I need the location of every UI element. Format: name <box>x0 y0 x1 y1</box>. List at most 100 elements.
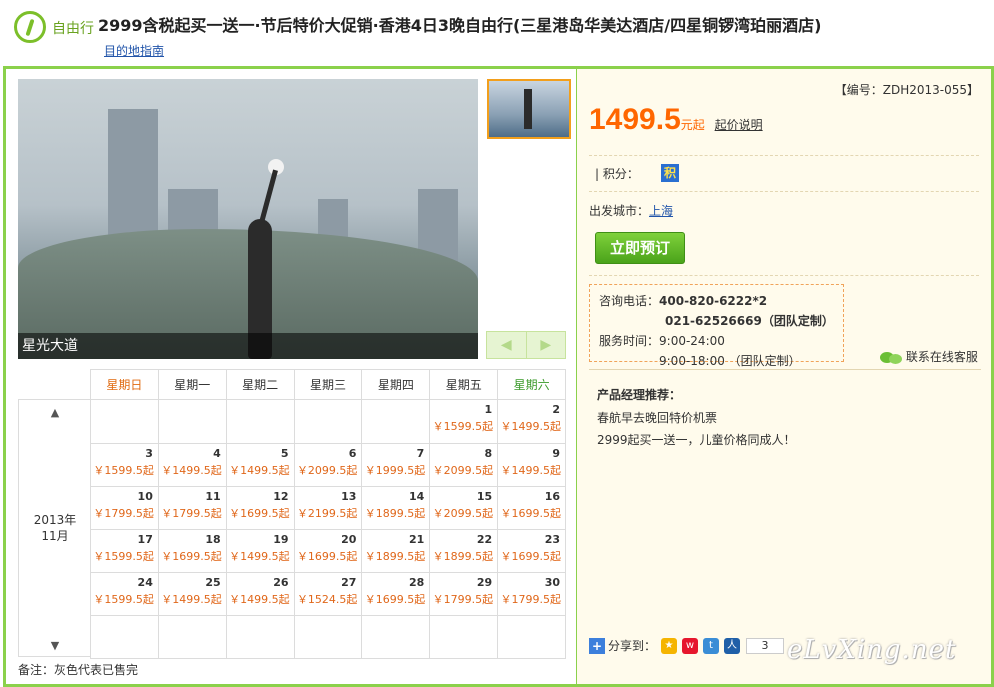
calendar-note: 备注：灰色代表已售完 <box>18 663 139 677</box>
calendar-day-cell[interactable]: 6 ￥2099.5起 <box>293 444 362 486</box>
calendar-day-cell[interactable]: 25 ￥1499.5起 <box>157 573 226 615</box>
product-frame: 星光大道 ◀ ▶ ▲ 2013年 11月 ▼ 星期日 星期一 星期二 星期三 星期四 星期五… <box>3 66 994 687</box>
day-number: 25 <box>205 576 221 589</box>
day-price: ￥1799.5起 <box>93 507 154 520</box>
day-price: ￥1599.5起 <box>93 550 154 563</box>
day-number: 15 <box>476 490 493 503</box>
weekday-header: 星期六 <box>497 370 565 399</box>
calendar-day-cell[interactable]: 27 ￥1524.5起 <box>293 573 362 615</box>
year-month-line: 2013年 <box>33 513 77 527</box>
day-number: 12 <box>273 490 289 503</box>
weekday-header: 星期日 <box>106 378 143 392</box>
calendar-day-cell[interactable]: 5 ￥1499.5起 <box>225 444 294 486</box>
year-month-line: 11月 <box>41 529 69 543</box>
price-unit: 元起 <box>680 118 705 132</box>
share-label: 分享到： <box>608 639 657 653</box>
calendar-day-cell[interactable]: 4 ￥1499.5起 <box>157 444 226 486</box>
day-number: 4 <box>213 447 221 460</box>
calendar-day-cell[interactable]: 13 ￥2199.5起 <box>293 487 362 529</box>
left-panel: 星光大道 ◀ ▶ ▲ 2013年 11月 ▼ 星期日 星期一 星期二 星期三 星期四 星期五… <box>6 69 576 684</box>
calendar-day-cell[interactable]: 3 ￥1599.5起 <box>91 444 158 486</box>
day-price: ￥1499.5起 <box>229 464 290 477</box>
day-price: ￥1699.5起 <box>500 507 562 520</box>
photo-thumbnail[interactable] <box>487 79 571 139</box>
price-calendar: 星期日 星期一 星期二 星期三 星期四 星期五 星期六 1 ￥1599.5起 2 ￥1499.5起… <box>90 369 566 659</box>
recommend-line: 2999起买一送一，儿童价格同成人！ <box>597 433 796 447</box>
share-bar: + 分享到： ★ w t 人 3 <box>589 637 785 654</box>
day-number: 5 <box>280 447 289 460</box>
share-plus-icon[interactable]: + <box>589 637 605 654</box>
day-number: 6 <box>348 447 357 460</box>
weibo-icon[interactable]: w <box>682 637 699 654</box>
day-price: ￥1599.5起 <box>432 420 494 433</box>
day-number: 24 <box>137 576 153 589</box>
calendar-body: 1 ￥1599.5起 2 ￥1499.5起 3 ￥1599.5起 4 ￥1499.5起 5 ￥14… <box>90 399 566 659</box>
calendar-day-cell[interactable]: 9 ￥1499.5起 <box>497 444 565 486</box>
day-price: ￥1599.5起 <box>93 464 154 477</box>
calendar-day-cell[interactable]: 23 ￥1699.5起 <box>497 530 565 572</box>
statue-figure <box>238 159 284 359</box>
calendar-day-cell[interactable]: 1 ￥1599.5起 <box>429 400 497 443</box>
departure-city-link[interactable]: 上海 <box>649 204 673 218</box>
calendar-day-cell[interactable]: 28 ￥1699.5起 <box>361 573 429 615</box>
prev-month-icon[interactable]: ▲ <box>19 406 91 419</box>
destination-guide-link[interactable]: 目的地指南 <box>104 44 164 58</box>
calendar-day-cell[interactable]: 20 ￥1699.5起 <box>293 530 362 572</box>
renren-icon[interactable]: 人 <box>724 637 741 654</box>
departure-city-label: 出发城市： <box>589 204 650 218</box>
calendar-day-cell[interactable]: 29 ￥1799.5起 <box>429 573 497 615</box>
calendar-day-cell[interactable]: 7 ￥1999.5起 <box>361 444 429 486</box>
day-number: 20 <box>341 533 357 546</box>
calendar-day-cell[interactable]: 30 ￥1799.5起 <box>497 573 565 615</box>
day-number: 16 <box>544 490 561 503</box>
calendar-day-cell[interactable]: 22 ￥1899.5起 <box>429 530 497 572</box>
weekday-header: 星期三 <box>293 370 362 399</box>
calendar-day-cell[interactable]: 2 ￥1499.5起 <box>497 400 565 443</box>
calendar-day-cell[interactable]: 10 ￥1799.5起 <box>91 487 158 529</box>
calendar-week-row: 1 ￥1599.5起 2 ￥1499.5起 <box>91 400 565 443</box>
calendar-day-cell[interactable]: 16 ￥1699.5起 <box>497 487 565 529</box>
day-number: 9 <box>552 447 561 460</box>
day-price: ￥2099.5起 <box>432 507 494 520</box>
day-number: 11 <box>205 490 221 503</box>
site-watermark: eLvXing.net <box>787 635 957 665</box>
calendar-day-cell <box>429 616 497 658</box>
day-number: 10 <box>137 490 153 503</box>
prev-arrow-icon[interactable]: ◀ <box>487 332 526 358</box>
calendar-day-cell[interactable]: 24 ￥1599.5起 <box>91 573 158 615</box>
phone-number-1: 400-820-6222*2 <box>659 294 768 308</box>
book-now-button[interactable]: 立即预订 <box>595 232 685 264</box>
calendar-day-cell <box>293 616 362 658</box>
calendar-day-cell <box>225 616 294 658</box>
online-service-link[interactable]: 联系在线客服 <box>880 348 978 365</box>
calendar-week-row: 24 ￥1599.5起 25 ￥1499.5起 26 ￥1499.5起 27 ￥1524.5起… <box>91 572 565 615</box>
calendar-day-cell[interactable]: 12 ￥1699.5起 <box>225 487 294 529</box>
calendar-day-cell[interactable]: 26 ￥1499.5起 <box>225 573 294 615</box>
calendar-day-cell[interactable]: 18 ￥1699.5起 <box>157 530 226 572</box>
next-month-icon[interactable]: ▼ <box>19 639 91 652</box>
day-number: 22 <box>476 533 493 546</box>
calendar-day-cell[interactable]: 11 ￥1799.5起 <box>157 487 226 529</box>
day-price: ￥1799.5起 <box>161 507 222 520</box>
tencent-weibo-icon[interactable]: t <box>703 637 720 654</box>
price-explanation-link[interactable]: 起价说明 <box>715 118 763 132</box>
calendar-day-cell[interactable]: 8 ￥2099.5起 <box>429 444 497 486</box>
day-number: 30 <box>544 576 561 589</box>
day-number: 27 <box>341 576 357 589</box>
calendar-year-month: 2013年 11月 <box>19 512 91 544</box>
calendar-day-cell[interactable]: 14 ￥1899.5起 <box>361 487 429 529</box>
calendar-day-cell[interactable]: 15 ￥2099.5起 <box>429 487 497 529</box>
departure-city: 出发城市：上海 <box>589 202 673 219</box>
manager-recommendation: 产品经理推荐： 春航早去晚回特价机票 2999起买一送一，儿童价格同成人！ <box>589 369 981 451</box>
main-photo[interactable]: 星光大道 <box>18 79 478 359</box>
divider <box>589 191 979 192</box>
calendar-day-cell[interactable]: 19 ￥1499.5起 <box>225 530 294 572</box>
day-number: 8 <box>484 447 493 460</box>
calendar-day-cell[interactable]: 17 ￥1599.5起 <box>91 530 158 572</box>
calendar-day-cell <box>361 400 429 443</box>
qzone-icon[interactable]: ★ <box>661 637 678 654</box>
next-arrow-icon[interactable]: ▶ <box>525 332 566 358</box>
calendar-weekday-header: 星期日 星期一 星期二 星期三 星期四 星期五 星期六 <box>90 369 566 399</box>
calendar-day-cell[interactable]: 21 ￥1899.5起 <box>361 530 429 572</box>
calendar-week-row: 10 ￥1799.5起 11 ￥1799.5起 12 ￥1699.5起 13 ￥2199.5起… <box>91 486 565 529</box>
